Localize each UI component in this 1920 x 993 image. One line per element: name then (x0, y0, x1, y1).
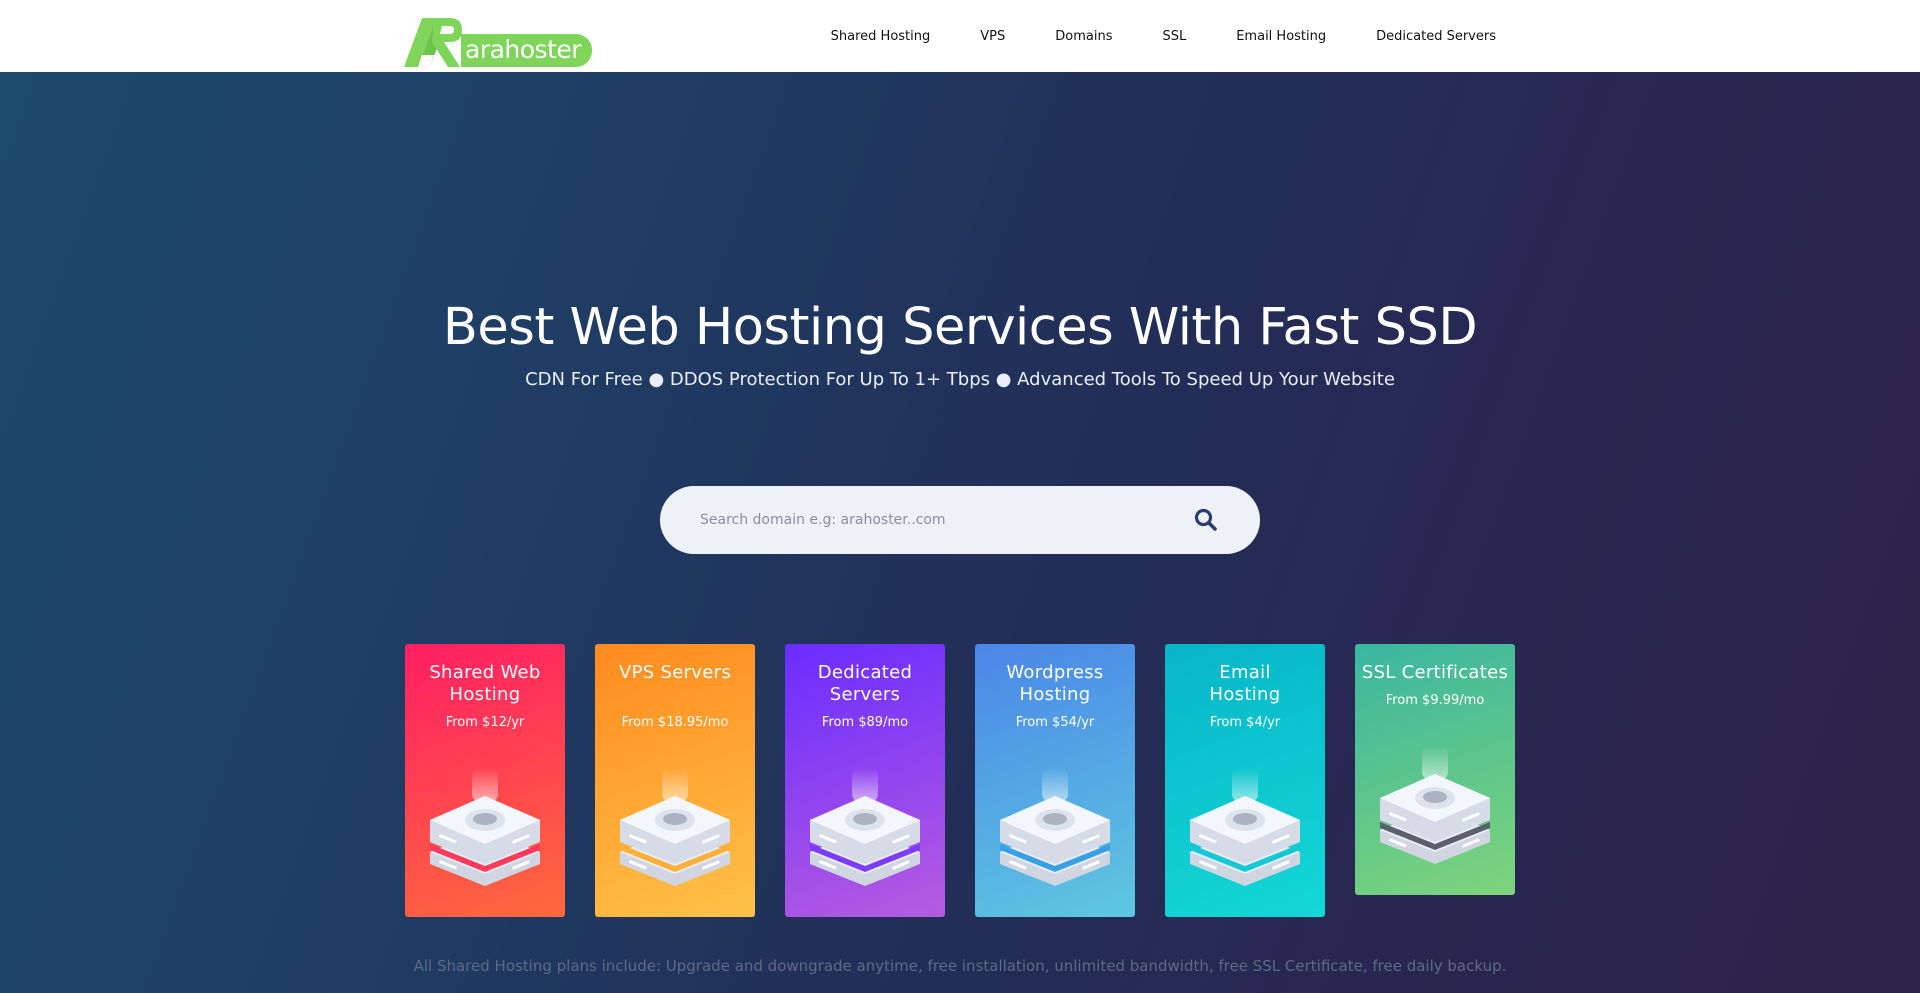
search-icon[interactable] (1192, 506, 1220, 534)
main-nav: Shared Hosting VPS Domains SSL Email Hos… (806, 0, 1496, 72)
product-cards: Shared Web Hosting From $12/yr VPS Servers… (405, 644, 1515, 944)
product-card-title: Shared Web Hosting (429, 662, 541, 705)
product-card[interactable]: Wordpress Hosting From $54/yr (975, 644, 1135, 917)
product-card[interactable]: Dedicated Servers From $89/mo (785, 644, 945, 917)
nav-item-vps[interactable]: VPS (955, 29, 1030, 44)
server-grid-server-illustration (420, 764, 550, 894)
nav-item-domains[interactable]: Domains (1030, 29, 1137, 44)
logo-mark-icon (404, 18, 462, 67)
nav-item-shared-hosting[interactable]: Shared Hosting (806, 29, 956, 44)
domain-search-input[interactable] (700, 486, 1160, 554)
nav-item-ssl[interactable]: SSL (1137, 29, 1211, 44)
product-card-price: From $18.95/mo (621, 715, 729, 730)
nav-item-dedicated-servers[interactable]: Dedicated Servers (1351, 29, 1496, 44)
product-card-price: From $12/yr (445, 715, 525, 730)
site-header: arahoster Shared Hosting VPS Domains SSL… (0, 0, 1920, 72)
product-card-price: From $89/mo (821, 715, 909, 730)
nav-item-email-hosting[interactable]: Email Hosting (1211, 29, 1351, 44)
wordpress-server-illustration (990, 764, 1120, 894)
hero-title: Best Web Hosting Services With Fast SSD (442, 298, 1478, 357)
product-card-title: Wordpress Hosting (1006, 662, 1104, 705)
hero-section: Best Web Hosting Services With Fast SSD … (0, 72, 1920, 993)
product-card-title: Dedicated Servers (817, 662, 913, 705)
cloud-server-illustration (1180, 764, 1310, 894)
product-card[interactable]: VPS Servers From $18.95/mo (595, 644, 755, 917)
product-card-price: From $9.99/mo (1385, 693, 1485, 708)
logo-wordmark: arahoster (461, 34, 592, 67)
hero-subtitle: CDN For Free ● DDOS Protection For Up To… (525, 369, 1395, 390)
domain-search-bar (660, 486, 1260, 554)
product-card[interactable]: Email Hosting From $4/yr (1165, 644, 1325, 917)
product-card-price: From $4/yr (1209, 715, 1281, 730)
shared-hosting-note: All Shared Hosting plans include: Upgrad… (413, 957, 1507, 975)
vps-server-illustration (610, 764, 740, 894)
product-card-title: VPS Servers (618, 662, 732, 683)
product-card[interactable]: Shared Web Hosting From $12/yr (405, 644, 565, 917)
product-card-price: From $54/yr (1015, 715, 1095, 730)
product-card[interactable]: SSL Certificates From $9.99/mo (1355, 644, 1515, 895)
dedicated-server-illustration (800, 764, 930, 894)
product-card-title: SSL Certificates (1361, 662, 1509, 683)
product-card-title: Email Hosting (1209, 662, 1281, 705)
lock-server-illustration (1370, 742, 1500, 872)
brand-logo[interactable]: arahoster (404, 15, 592, 67)
